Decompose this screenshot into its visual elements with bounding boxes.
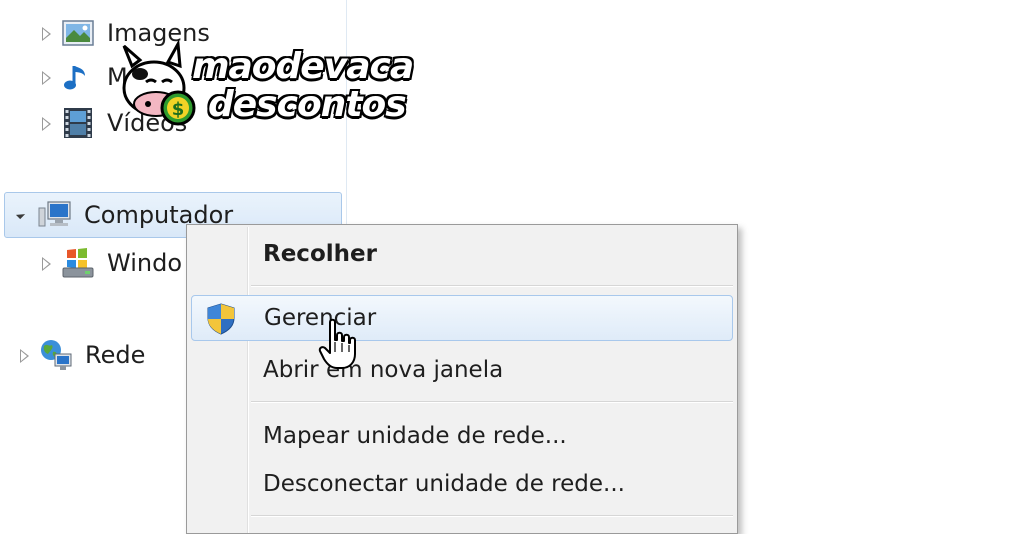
menu-item-label: Abrir em nova janela [263,357,504,383]
expand-arrow-icon[interactable] [42,27,51,41]
music-library-icon [64,66,85,90]
menu-item-label: Mapear unidade de rede... [263,423,567,449]
watermark-text-line2: descontos [208,84,407,125]
tree-item-windows-drive[interactable]: Windo [42,240,182,286]
menu-item-gerenciar[interactable]: Gerenciar [191,295,733,341]
hand-cursor-icon [318,318,356,369]
svg-text:$: $ [172,99,185,120]
videos-library-icon [64,108,92,138]
expand-arrow-icon[interactable] [20,349,29,363]
context-menu: Recolher Gerenciar Abrir em nova janela … [186,224,738,534]
menu-separator [251,515,733,517]
menu-item-label: Recolher [263,241,377,267]
menu-separator [251,285,733,287]
tree-item-rede[interactable]: Rede [20,332,145,378]
windows-drive-icon [62,248,94,278]
cow-mascot-icon: $ [122,39,196,126]
pictures-library-icon [62,20,94,46]
expand-arrow-icon[interactable] [42,117,51,131]
watermark-logo: $ maodevaca descontos [118,36,414,136]
menu-item-desconectar-unidade[interactable]: Desconectar unidade de rede... [189,461,735,507]
expand-arrow-icon[interactable] [42,71,51,85]
computer-icon [38,201,71,227]
menu-item-label: Desconectar unidade de rede... [263,471,625,497]
network-icon [41,340,72,370]
menu-item-recolher[interactable]: Recolher [189,231,735,277]
watermark-text-line1: maodevaca [192,46,414,87]
tree-item-label: Windo [107,249,182,277]
menu-separator [251,401,733,403]
uac-shield-icon [207,303,235,335]
menu-item-abrir-nova-janela[interactable]: Abrir em nova janela [189,347,735,393]
menu-item-mapear-unidade[interactable]: Mapear unidade de rede... [189,413,735,459]
tree-item-musicas[interactable]: M [42,54,128,100]
tree-item-label: Rede [85,341,146,369]
expand-arrow-icon[interactable] [42,257,51,271]
